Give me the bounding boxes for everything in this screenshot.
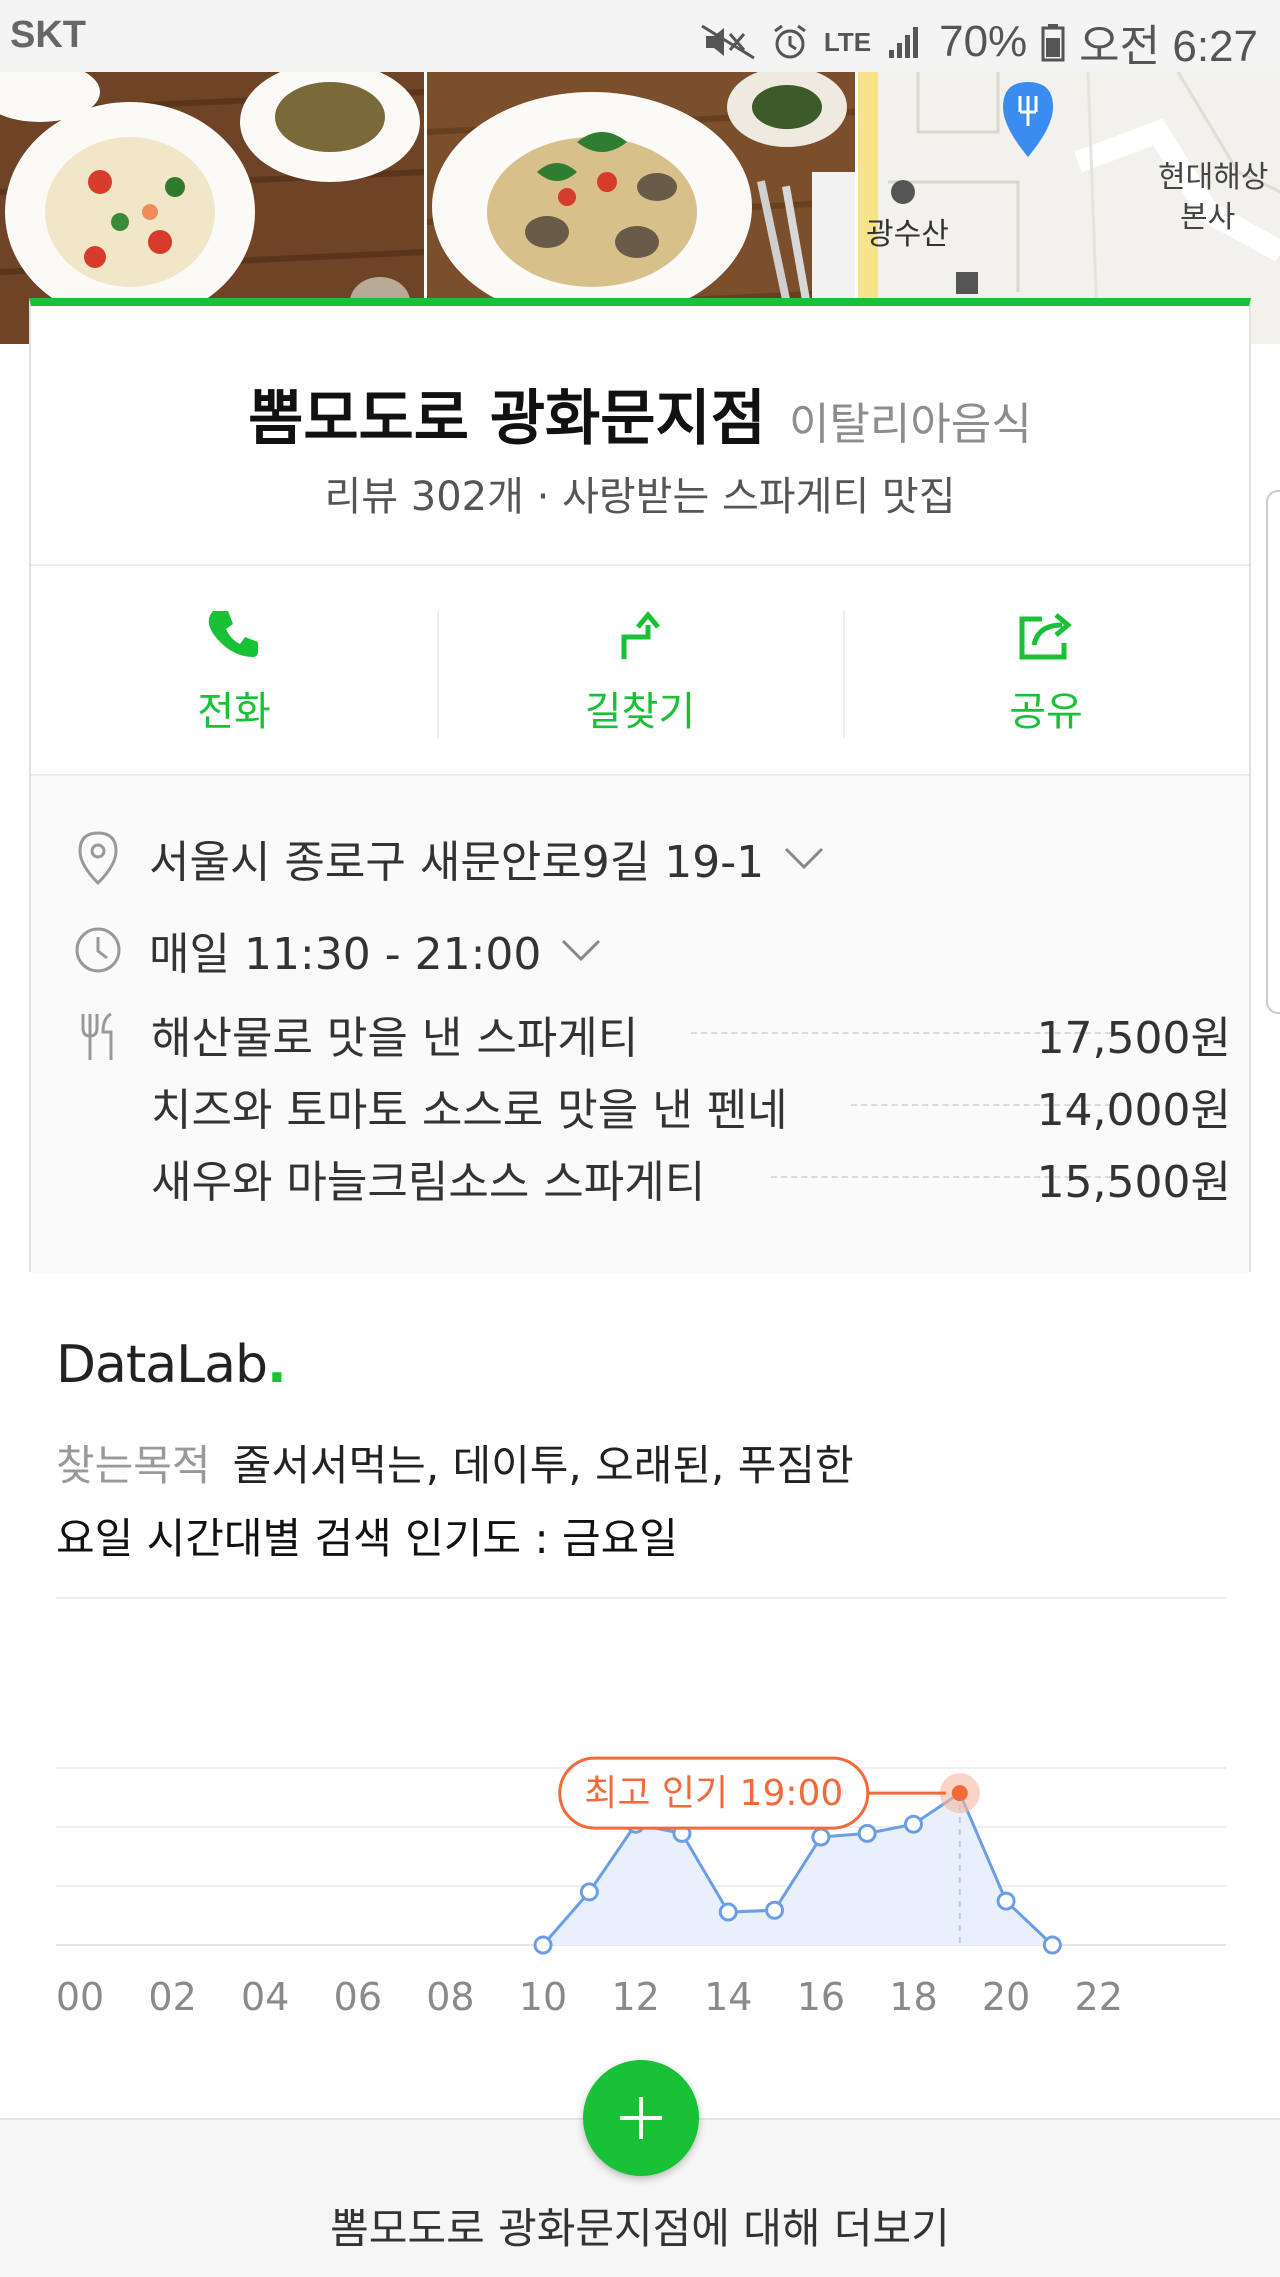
- data-point: [996, 1891, 1016, 1911]
- data-point: [765, 1900, 785, 1920]
- address-text: 서울시 종로구 새문안로9길 19-1: [149, 837, 765, 888]
- data-point: [579, 1882, 599, 1902]
- share-label: 공유: [1009, 689, 1083, 735]
- datalab-logo-text: DataLab: [56, 1335, 268, 1395]
- x-tick-label: 12: [611, 1975, 659, 2019]
- data-point: [903, 1814, 923, 1834]
- x-tick-label: 00: [56, 1975, 104, 2019]
- search-purpose-label: 찾는목적: [56, 1441, 211, 1490]
- action-bar: 전화 길찾기 공유: [31, 568, 1249, 774]
- menu-item-price: 15,500원: [1036, 1157, 1231, 1208]
- status-bar: SKT LTE 70% 오전 6:27: [0, 0, 1280, 72]
- title-row: 뽐모도로 광화문지점 이탈리아음식: [31, 370, 1249, 457]
- x-tick-label: 18: [889, 1975, 937, 2019]
- map-label-1: 광수산: [866, 217, 949, 252]
- map-label-2a: 현대해상: [1158, 160, 1268, 195]
- popularity-chart: 최고 인기 19:00 00 02 04 06 08 10 12 14 16 18 20 22: [56, 1756, 1226, 2019]
- clock-icon: [75, 927, 121, 973]
- search-purpose-values: 줄서서먹는, 데이투, 오래된, 푸짐한: [232, 1441, 854, 1490]
- more-info-link[interactable]: 뽐모도로 광화문지점에 대해 더보기: [0, 2195, 1280, 2256]
- x-tick-label: 14: [704, 1975, 752, 2019]
- divider: [31, 564, 1249, 566]
- menu-item-price: 17,500원: [1036, 1013, 1231, 1064]
- phone-icon: [208, 611, 258, 657]
- x-tick-label: 20: [982, 1975, 1030, 2019]
- place-name[interactable]: 뽐모도로 광화문지점: [248, 384, 766, 454]
- details-section: 서울시 종로구 새문안로9길 19-1 매일 11:30 - 21:00 해산물…: [31, 776, 1249, 1274]
- data-point: [857, 1823, 877, 1843]
- popularity-title: 요일 시간대별 검색 인기도 : 금요일: [56, 1514, 678, 1563]
- directions-button[interactable]: 길찾기: [437, 568, 843, 774]
- x-tick-label: 22: [1075, 1975, 1123, 2019]
- side-scroll-handle[interactable]: [1266, 490, 1280, 1014]
- datalab-logo-dot: .: [267, 1335, 287, 1395]
- chevron-down-icon[interactable]: [559, 935, 603, 965]
- place-subtitle[interactable]: 리뷰 302개 · 사랑받는 스파게티 맛집: [31, 464, 1249, 522]
- datalab-logo: DataLab.: [56, 1335, 287, 1395]
- directions-label: 길찾기: [584, 689, 696, 735]
- menu-item: 새우와 마늘크림소스 스파게티 15,500원: [151, 1146, 1231, 1210]
- cutlery-icon: [81, 1012, 113, 1060]
- menu-item-price: 14,000원: [1036, 1085, 1231, 1136]
- data-point: [533, 1935, 553, 1955]
- share-icon: [1019, 613, 1072, 660]
- battery-icon: [1041, 24, 1065, 62]
- data-point: [718, 1902, 738, 1922]
- x-tick-label: 06: [334, 1975, 382, 2019]
- data-point: [1042, 1935, 1062, 1955]
- more-button[interactable]: [583, 2060, 699, 2176]
- menu-item-name: 해산물로 맛을 낸 스파게티: [151, 1002, 639, 1066]
- call-button[interactable]: 전화: [31, 568, 437, 774]
- place-info-card: 뽐모도로 광화문지점 이탈리아음식 리뷰 302개 · 사랑받는 스파게티 맛집…: [29, 298, 1251, 1274]
- alarm-icon: [774, 24, 806, 59]
- x-tick-label: 02: [148, 1975, 196, 2019]
- call-label: 전화: [197, 689, 271, 735]
- x-tick-label: 08: [426, 1975, 474, 2019]
- data-point: [811, 1827, 831, 1847]
- directions-icon: [621, 611, 660, 659]
- chevron-down-icon[interactable]: [782, 843, 826, 873]
- location-pin-icon: [78, 831, 118, 886]
- clock: 오전 6:27: [1079, 22, 1258, 71]
- divider: [56, 1597, 1226, 1599]
- menu-item-name: 새우와 마늘크림소스 스파게티: [151, 1146, 706, 1210]
- share-button[interactable]: 공유: [843, 568, 1249, 774]
- battery-percent: 70%: [939, 17, 1028, 66]
- menu-item: 치즈와 토마토 소스로 맛을 낸 펜네 14,000원: [151, 1074, 1231, 1138]
- address-row[interactable]: 서울시 종로구 새문안로9길 19-1: [73, 826, 826, 890]
- menu-item-name: 치즈와 토마토 소스로 맛을 낸 펜네: [151, 1074, 788, 1138]
- menu-item: 해산물로 맛을 낸 스파게티 17,500원: [151, 1002, 1231, 1066]
- status-icons: LTE 70% 오전 6:27: [700, 10, 1258, 74]
- plus-icon: [620, 2097, 662, 2139]
- x-tick-label: 16: [797, 1975, 845, 2019]
- search-purpose: 찾는목적 줄서서먹는, 데이투, 오래된, 푸짐한: [56, 1432, 854, 1493]
- peak-label: 최고 인기 19:00: [584, 1773, 843, 1814]
- place-category: 이탈리아음식: [788, 399, 1032, 450]
- x-tick-label: 04: [241, 1975, 289, 2019]
- carrier-label: SKT: [10, 14, 86, 56]
- hours-row[interactable]: 매일 11:30 - 21:00: [73, 918, 603, 982]
- hours-text: 매일 11:30 - 21:00: [149, 929, 542, 980]
- map-label-2b: 본사: [1180, 200, 1235, 235]
- signal-icon: [889, 27, 919, 58]
- peak-point: [951, 1785, 968, 1802]
- network-type: LTE: [823, 26, 872, 57]
- x-tick-label: 10: [519, 1975, 567, 2019]
- mute-icon: [701, 24, 755, 60]
